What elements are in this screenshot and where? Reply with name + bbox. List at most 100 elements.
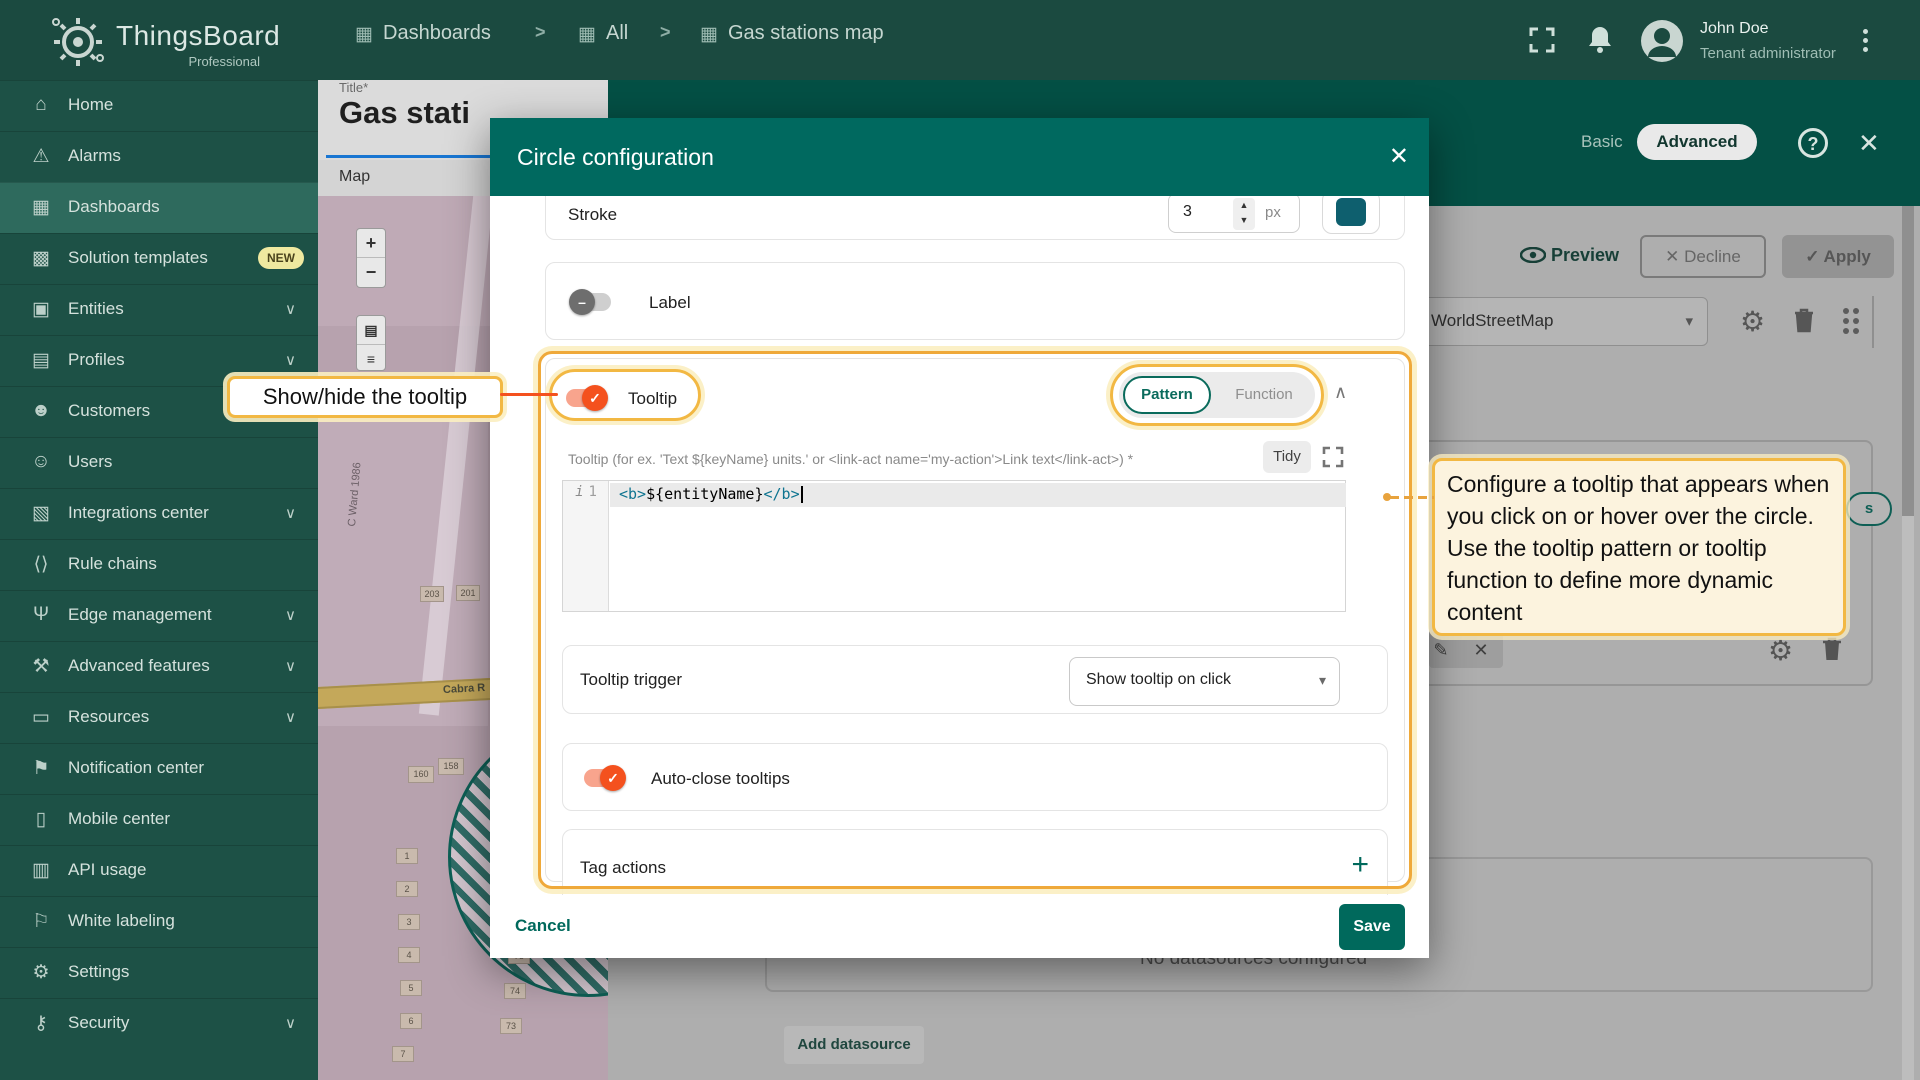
tag-actions-label: Tag actions: [580, 858, 666, 878]
step-down-icon[interactable]: ▼: [1233, 213, 1255, 228]
layer-settings-gear-icon[interactable]: ⚙: [1740, 305, 1765, 338]
add-datasource-button[interactable]: Add datasource: [784, 1026, 924, 1064]
solution-templates-icon: ▩: [28, 247, 54, 270]
stroke-width-value[interactable]: 3: [1183, 203, 1192, 221]
layers-button[interactable]: ▤: [357, 316, 385, 345]
api-usage-chart-icon: ▥: [28, 859, 54, 882]
map-zoom-controls[interactable]: + −: [356, 228, 386, 288]
integrations-icon: ▧: [28, 502, 54, 525]
sidebar-item-advanced-features[interactable]: ⚒Advanced features∨: [0, 641, 318, 692]
fullscreen-editor-icon[interactable]: [1321, 445, 1345, 469]
sidebar-item-edge-management[interactable]: ΨEdge management∨: [0, 590, 318, 641]
sidebar-item-alarms[interactable]: ⚠Alarms: [0, 131, 318, 182]
map-parcel: 158: [438, 758, 464, 775]
profiles-icon: ▤: [28, 349, 54, 372]
map-layer-controls[interactable]: ▤ ≡: [356, 315, 386, 371]
breadcrumb-dashboards[interactable]: Dashboards: [383, 22, 491, 45]
line-number: 1: [589, 484, 597, 500]
avatar[interactable]: [1640, 19, 1684, 63]
breadcrumb-all[interactable]: All: [606, 22, 628, 45]
stroke-color-swatch[interactable]: [1336, 198, 1366, 226]
notifications-bell-icon[interactable]: [1586, 24, 1614, 54]
sidebar-item-rule-chains[interactable]: ⟨⟩Rule chains: [0, 539, 318, 590]
customers-icon: ☻: [28, 400, 54, 422]
sidebar-item-mobile-center[interactable]: ▯Mobile center: [0, 794, 318, 845]
function-tab[interactable]: Function: [1219, 376, 1309, 414]
callout-connector-dashed-line: [1390, 496, 1434, 499]
zoom-in-button[interactable]: +: [357, 229, 385, 258]
pattern-tab[interactable]: Pattern: [1123, 376, 1211, 414]
settings-gear-icon[interactable]: ⚙: [1768, 634, 1793, 667]
tooltip-pattern-editor[interactable]: i1 <b>${entityName}</b>: [562, 480, 1346, 612]
map-parcel: 4: [398, 947, 420, 963]
drag-handle-icon[interactable]: [1843, 308, 1859, 334]
notification-flag-icon: ⚑: [28, 757, 54, 780]
map-parcel: 6: [400, 1013, 422, 1029]
label-row-label: Label: [649, 293, 691, 313]
fullscreen-icon[interactable]: [1528, 26, 1556, 54]
stroke-color-picker[interactable]: [1322, 190, 1380, 234]
help-icon[interactable]: ?: [1798, 128, 1828, 158]
sidebar-item-solution-templates[interactable]: ▩Solution templatesNEW: [0, 233, 318, 284]
breadcrumb-current[interactable]: Gas stations map: [728, 22, 884, 45]
sidebar-item-api-usage[interactable]: ▥API usage: [0, 845, 318, 896]
delete-trash-icon[interactable]: [1820, 635, 1844, 663]
tooltip-trigger-card: Tooltip trigger Show tooltip on click ▾: [562, 645, 1388, 714]
sidebar-item-notification-center[interactable]: ⚑Notification center: [0, 743, 318, 794]
label-toggle[interactable]: –: [569, 289, 615, 315]
tooltip-toggle[interactable]: ✓: [562, 385, 608, 411]
title-field-value[interactable]: Gas stati: [339, 95, 470, 131]
map-parcel: 2: [396, 881, 418, 897]
chevron-down-icon: ∨: [285, 606, 296, 624]
chevron-down-icon: ∨: [285, 1014, 296, 1032]
dialog-header: Circle configuration ✕: [490, 118, 1429, 196]
close-dialog-icon[interactable]: ✕: [1389, 142, 1409, 171]
sidebar-item-white-labeling[interactable]: ⚐White labeling: [0, 896, 318, 947]
save-button[interactable]: Save: [1339, 904, 1405, 950]
stroke-width-input[interactable]: 3 ▲▼ px: [1168, 193, 1300, 233]
basic-tab[interactable]: Basic: [1581, 132, 1623, 152]
scrollbar-thumb[interactable]: [1902, 206, 1914, 516]
sidebar-item-resources[interactable]: ▭Resources∨: [0, 692, 318, 743]
sidebar-item-users[interactable]: ☺Users: [0, 437, 318, 488]
more-menu-icon[interactable]: [1858, 25, 1872, 56]
editor-code-line[interactable]: <b>${entityName}</b>: [619, 485, 803, 503]
toggle-check-icon: ✓: [600, 765, 626, 791]
step-up-icon[interactable]: ▲: [1233, 198, 1255, 213]
map-provider-select[interactable]: WorldStreetMap ▾: [1406, 297, 1708, 346]
stroke-stepper[interactable]: ▲▼: [1233, 198, 1255, 230]
sidebar-item-settings[interactable]: ⚙Settings: [0, 947, 318, 998]
edit-delete-chip[interactable]: ✎ ✕: [1429, 632, 1503, 668]
advanced-tab[interactable]: Advanced: [1637, 124, 1757, 160]
collapse-section-icon[interactable]: ∧: [1334, 382, 1347, 403]
tooltip-config-callout: Configure a tooltip that appears when yo…: [1432, 458, 1846, 636]
tooltip-label: Tooltip: [628, 389, 677, 409]
zoom-out-button[interactable]: −: [357, 258, 385, 287]
apply-button[interactable]: ✓ Apply: [1782, 235, 1894, 278]
sidebar-item-integrations-center[interactable]: ▧Integrations center∨: [0, 488, 318, 539]
close-widget-config-icon[interactable]: ✕: [1858, 128, 1880, 159]
layer-delete-trash-icon[interactable]: [1792, 306, 1816, 334]
sidebar-item-dashboards[interactable]: ▦Dashboards: [0, 182, 318, 233]
decline-button[interactable]: ✕ Decline: [1640, 235, 1766, 278]
tidy-button[interactable]: Tidy: [1263, 441, 1311, 473]
preview-button[interactable]: Preview: [1520, 245, 1619, 266]
app-title[interactable]: ThingsBoard: [116, 20, 280, 52]
tooltip-trigger-label: Tooltip trigger: [580, 670, 682, 690]
map-parcel: 7: [392, 1046, 414, 1062]
autoclose-toggle[interactable]: ✓: [580, 765, 626, 791]
tooltip-trigger-select[interactable]: Show tooltip on click ▾: [1069, 657, 1340, 706]
stroke-label: Stroke: [568, 205, 617, 225]
add-tag-action-button[interactable]: +: [1351, 848, 1369, 882]
label-card: – Label: [545, 262, 1405, 340]
list-button[interactable]: ≡: [357, 345, 385, 374]
sidebar-item-home[interactable]: ⌂Home: [0, 80, 318, 131]
tooltip-pattern-hint: Tooltip (for ex. 'Text ${keyName} units.…: [568, 451, 1258, 467]
circle-configuration-dialog: Stroke 3 ▲▼ px – Label ✓ Tooltip Pattern…: [490, 118, 1429, 958]
map-parcel: 160: [408, 766, 434, 783]
screen: ThingsBoard Professional ▦ Dashboards > …: [0, 0, 1920, 1080]
sidebar-item-entities[interactable]: ▣Entities∨: [0, 284, 318, 335]
settings-gear-icon: ⚙: [28, 961, 54, 984]
cancel-button[interactable]: Cancel: [515, 916, 571, 936]
sidebar-item-security[interactable]: ⚷Security∨: [0, 998, 318, 1049]
